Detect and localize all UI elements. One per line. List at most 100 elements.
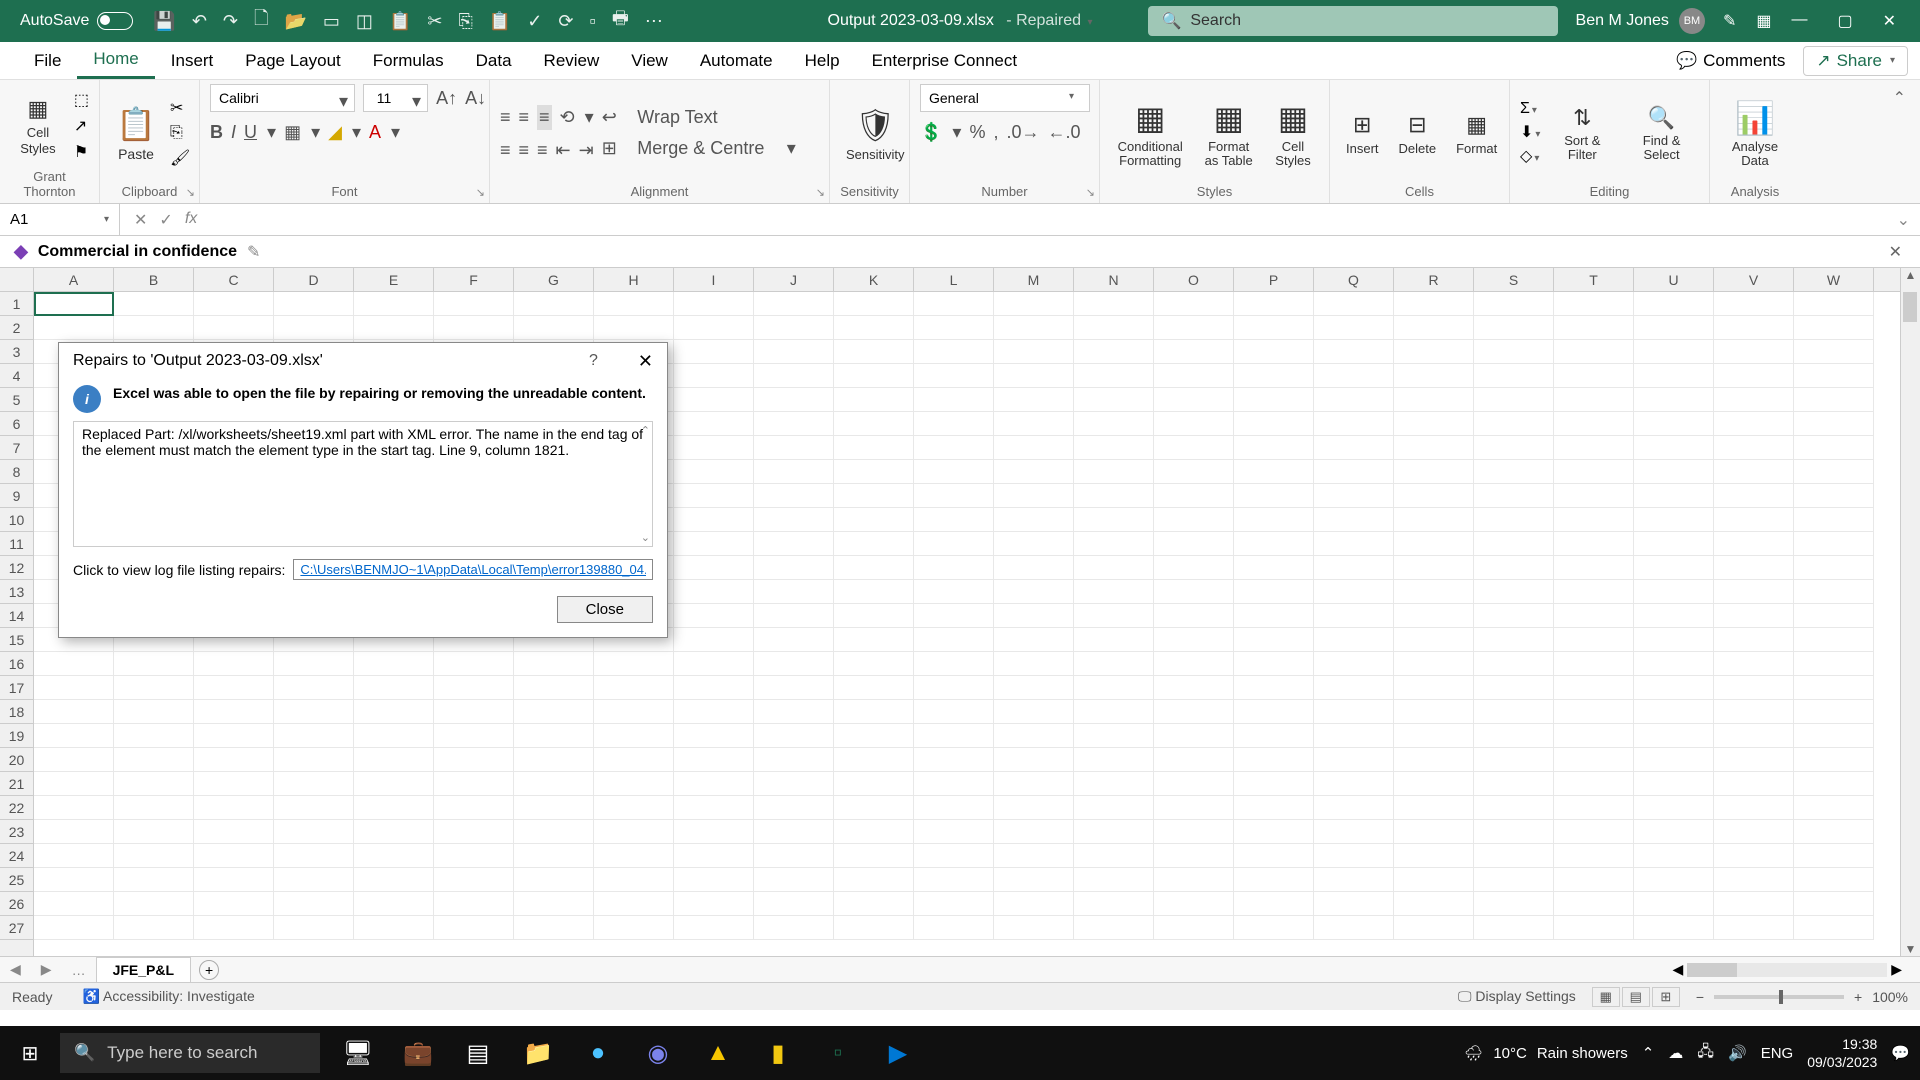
cell[interactable]: [1154, 628, 1234, 652]
cell[interactable]: [434, 796, 514, 820]
row-header[interactable]: 10: [0, 508, 33, 532]
cell[interactable]: [594, 676, 674, 700]
cell[interactable]: [1554, 676, 1634, 700]
align-bottom-icon[interactable]: ≡: [537, 105, 552, 130]
taskbar-app[interactable]: 🖥: [330, 1026, 386, 1080]
find-select-button[interactable]: 🔍Find & Select: [1624, 102, 1699, 165]
weather-widget[interactable]: 🌧 10°C Rain showers: [1464, 1044, 1627, 1062]
cell[interactable]: [1714, 292, 1794, 316]
cell[interactable]: [674, 820, 754, 844]
cell[interactable]: [1074, 580, 1154, 604]
vertical-scrollbar[interactable]: ▲ ▼: [1900, 268, 1920, 956]
formula-input[interactable]: [211, 204, 1886, 235]
cell[interactable]: [1314, 532, 1394, 556]
cell[interactable]: [1554, 628, 1634, 652]
cell[interactable]: [1714, 580, 1794, 604]
tab-automate[interactable]: Automate: [684, 42, 789, 79]
cell[interactable]: [914, 340, 994, 364]
col-header[interactable]: M: [994, 268, 1074, 291]
cell[interactable]: [274, 820, 354, 844]
cell[interactable]: [834, 460, 914, 484]
align-top-icon[interactable]: ≡: [500, 107, 511, 128]
cell[interactable]: [1634, 556, 1714, 580]
cell[interactable]: [994, 316, 1074, 340]
cell[interactable]: [514, 316, 594, 340]
cell[interactable]: [674, 772, 754, 796]
cell[interactable]: [434, 868, 514, 892]
cell[interactable]: [434, 748, 514, 772]
cell[interactable]: [674, 844, 754, 868]
cell[interactable]: [34, 292, 114, 316]
scroll-thumb[interactable]: [1687, 963, 1737, 977]
cell[interactable]: [994, 796, 1074, 820]
cell[interactable]: [994, 292, 1074, 316]
qat-icon[interactable]: ✓: [527, 11, 542, 32]
cell[interactable]: [434, 676, 514, 700]
cell[interactable]: [1394, 844, 1474, 868]
number-format-select[interactable]: ▾: [920, 84, 1090, 112]
cell[interactable]: [1394, 892, 1474, 916]
cell[interactable]: [834, 532, 914, 556]
cell[interactable]: [914, 868, 994, 892]
cell[interactable]: [1714, 436, 1794, 460]
cell[interactable]: [1394, 532, 1474, 556]
cell[interactable]: [1234, 580, 1314, 604]
cell[interactable]: [1154, 388, 1234, 412]
cell[interactable]: [1794, 412, 1874, 436]
cell[interactable]: [834, 820, 914, 844]
cell[interactable]: [914, 508, 994, 532]
cell[interactable]: [1314, 436, 1394, 460]
cell[interactable]: [354, 916, 434, 940]
cell[interactable]: [1714, 772, 1794, 796]
cell[interactable]: [674, 796, 754, 820]
cell[interactable]: [1154, 748, 1234, 772]
cell[interactable]: [1074, 892, 1154, 916]
cell[interactable]: [754, 892, 834, 916]
cell[interactable]: [914, 916, 994, 940]
cell[interactable]: [1314, 796, 1394, 820]
zoom-level[interactable]: 100%: [1872, 989, 1908, 1005]
cell[interactable]: [1634, 628, 1714, 652]
cell[interactable]: [1474, 364, 1554, 388]
cell[interactable]: [994, 892, 1074, 916]
cell[interactable]: [1314, 868, 1394, 892]
cell[interactable]: [1234, 484, 1314, 508]
cell[interactable]: [1074, 844, 1154, 868]
cell[interactable]: [994, 724, 1074, 748]
cell[interactable]: [1474, 316, 1554, 340]
decrease-font-icon[interactable]: A↓: [465, 88, 486, 109]
cell[interactable]: [1234, 628, 1314, 652]
cell[interactable]: [754, 412, 834, 436]
cell[interactable]: [274, 772, 354, 796]
comma-icon[interactable]: ,: [993, 122, 998, 143]
cell[interactable]: [1634, 652, 1714, 676]
cell[interactable]: [1634, 388, 1714, 412]
row-header[interactable]: 9: [0, 484, 33, 508]
cell[interactable]: [594, 892, 674, 916]
row-header[interactable]: 26: [0, 892, 33, 916]
cell[interactable]: [754, 364, 834, 388]
cell[interactable]: [1394, 580, 1474, 604]
power-bi-icon[interactable]: ▮: [750, 1026, 806, 1080]
tray-expand-icon[interactable]: ⌃: [1642, 1044, 1655, 1062]
chevron-down-icon[interactable]: ▾: [1087, 17, 1092, 28]
cell[interactable]: [34, 916, 114, 940]
cell[interactable]: [1474, 436, 1554, 460]
cell[interactable]: [1474, 532, 1554, 556]
cell[interactable]: [194, 292, 274, 316]
cell[interactable]: [1474, 604, 1554, 628]
cell[interactable]: [434, 820, 514, 844]
cell[interactable]: [594, 652, 674, 676]
select-all-corner[interactable]: [0, 268, 33, 292]
cell[interactable]: [114, 748, 194, 772]
cell[interactable]: [1554, 460, 1634, 484]
cell[interactable]: [514, 844, 594, 868]
cell[interactable]: [594, 316, 674, 340]
ribbon-mode-icon[interactable]: ▦: [1756, 11, 1771, 31]
row-header[interactable]: 14: [0, 604, 33, 628]
cell[interactable]: [274, 868, 354, 892]
row-header[interactable]: 21: [0, 772, 33, 796]
cell[interactable]: [1074, 676, 1154, 700]
cell[interactable]: [674, 388, 754, 412]
qat-icon[interactable]: 🖶: [612, 6, 629, 36]
